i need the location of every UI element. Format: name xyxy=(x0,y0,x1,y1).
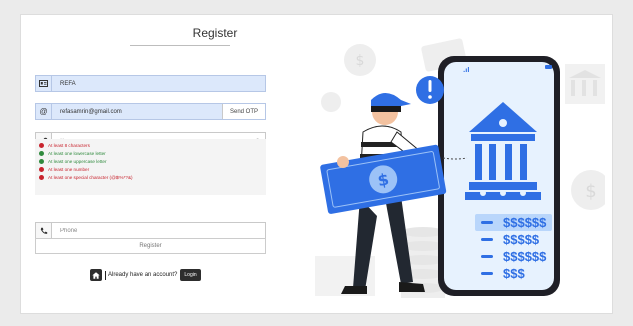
name-field[interactable]: REFA xyxy=(35,75,266,92)
dash-icon xyxy=(481,238,493,241)
title-underline xyxy=(130,45,230,46)
home-icon[interactable] xyxy=(90,269,102,281)
x-circle-icon xyxy=(39,167,44,173)
balance-line: $$$$$$ xyxy=(481,248,552,265)
x-circle-icon xyxy=(39,175,44,181)
page-title: Register xyxy=(192,26,238,40)
rule-number: At least one number xyxy=(39,166,262,174)
balance-line: $$$$$$ xyxy=(475,214,553,231)
dash-icon xyxy=(481,221,493,224)
phone-icon xyxy=(36,223,52,238)
at-sign-icon: @ xyxy=(36,104,52,119)
check-circle-icon xyxy=(39,150,44,156)
svg-text:.ıl: .ıl xyxy=(463,67,469,74)
rule-lowercase: At least one lowercase letter xyxy=(39,149,262,157)
rule-uppercase: At least one uppercase letter xyxy=(39,157,262,165)
rule-min-length: At least 8 characters xyxy=(39,141,262,149)
rule-special-char: At least one special character (@$!%*?&) xyxy=(39,174,262,182)
illustration-figures: .ıl $ xyxy=(320,65,552,294)
thief-bank-illustration: $ $ .ıl $ $$$$$$ $$$$$ $$$$$$ $$$ xyxy=(305,20,605,304)
dash-icon xyxy=(481,255,493,258)
dash-icon xyxy=(481,272,493,275)
send-otp-button[interactable]: Send OTP xyxy=(222,104,265,119)
id-card-icon xyxy=(36,76,52,91)
login-prompt: Already have an account? Login xyxy=(90,268,201,282)
phone-field[interactable] xyxy=(35,222,266,239)
balance-line: $$$$$ xyxy=(481,231,552,248)
login-button[interactable]: Login xyxy=(180,269,201,281)
phone-input[interactable] xyxy=(52,223,265,238)
divider xyxy=(105,270,106,280)
check-circle-icon xyxy=(39,158,44,164)
register-button[interactable]: Register xyxy=(35,238,266,254)
balance-list: $$$$$$ $$$$$ $$$$$$ $$$ xyxy=(475,214,553,282)
name-value: REFA xyxy=(60,80,76,87)
email-value: refasamrin@gmail.com xyxy=(60,108,122,115)
password-rules: At least 8 characters At least one lower… xyxy=(35,139,266,195)
email-field[interactable]: @ refasamrin@gmail.com Send OTP xyxy=(35,103,266,120)
x-circle-icon xyxy=(39,142,44,148)
balance-line: $$$ xyxy=(481,265,552,282)
have-account-text: Already have an account? xyxy=(108,272,178,278)
